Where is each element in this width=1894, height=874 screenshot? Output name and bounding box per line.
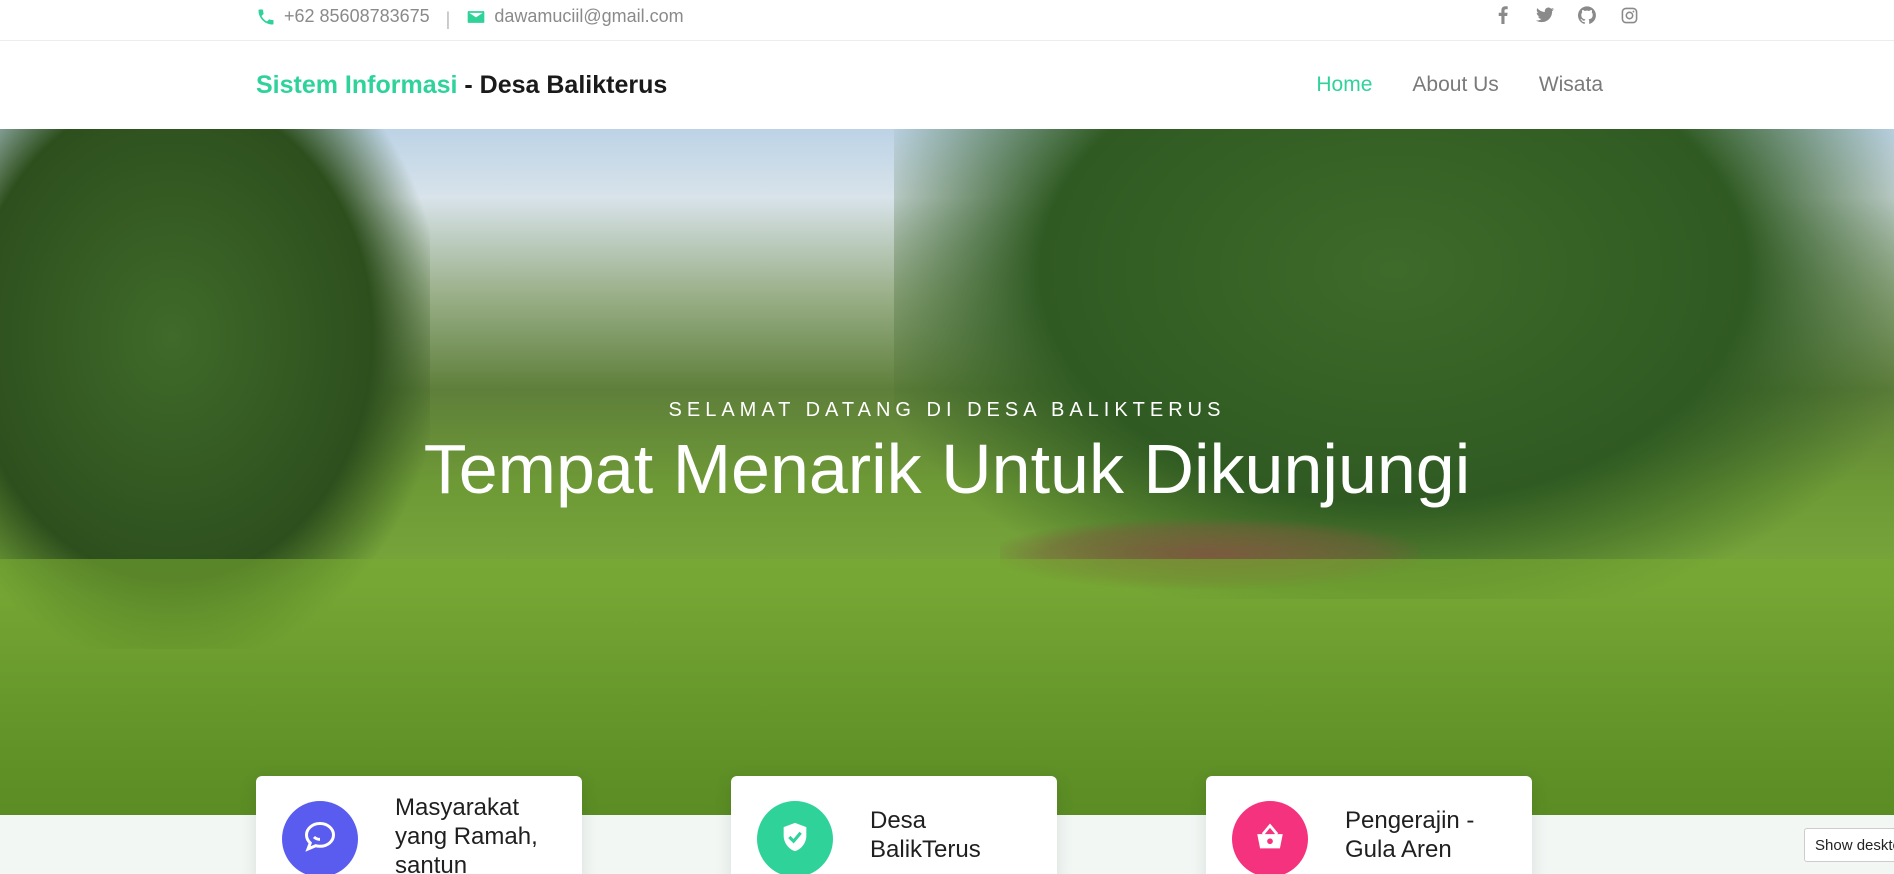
nav-home[interactable]: Home <box>1316 73 1372 97</box>
feature-icon-circle <box>1232 801 1308 874</box>
phone-number[interactable]: +62 85608783675 <box>284 6 430 27</box>
email-address[interactable]: dawamuciil@gmail.com <box>494 6 683 27</box>
feature-card-village[interactable]: Desa BalikTerus <box>731 776 1057 874</box>
feature-card-craftsmen[interactable]: Pengerajin - Gula Aren <box>1206 776 1532 874</box>
contact-separator: | <box>445 9 451 29</box>
nav-wisata[interactable]: Wisata <box>1539 73 1603 97</box>
basket-icon <box>1253 820 1287 859</box>
main-navbar: Sistem Informasi - Desa Balikterus Home … <box>0 41 1894 129</box>
hero-section: Selamat Datang di Desa Balikterus Tempat… <box>0 129 1894 815</box>
site-brand[interactable]: Sistem Informasi - Desa Balikterus <box>256 71 667 100</box>
nav-menu: Home About Us Wisata <box>1316 73 1603 97</box>
feature-card-community[interactable]: Masyarakat yang Ramah, santun <box>256 776 582 874</box>
feature-icon-circle <box>757 801 833 874</box>
brand-accent: Sistem Informasi <box>256 71 458 99</box>
instagram-icon[interactable] <box>1619 4 1639 26</box>
feature-label: Desa BalikTerus <box>870 807 981 863</box>
topbar: +62 85608783675 | dawamuciil@gmail.com <box>0 0 1894 41</box>
feature-icon-circle <box>282 801 358 874</box>
contact-info: +62 85608783675 | dawamuciil@gmail.com <box>256 0 684 33</box>
shield-check-icon <box>778 820 812 859</box>
phone-icon <box>256 7 276 27</box>
brand-name: - Desa Balikterus <box>457 71 668 99</box>
nav-about-us[interactable]: About Us <box>1412 73 1498 97</box>
hero-subtitle: Selamat Datang di Desa Balikterus <box>668 399 1226 421</box>
email-icon <box>466 7 486 27</box>
chat-icon <box>302 819 338 860</box>
show-desktop-button[interactable]: Show desktop <box>1804 828 1894 862</box>
social-links <box>1493 4 1639 26</box>
twitter-icon[interactable] <box>1535 4 1555 26</box>
github-icon[interactable] <box>1577 4 1597 26</box>
feature-label: Pengerajin - Gula Aren <box>1345 807 1475 863</box>
hero-title: Tempat Menarik Untuk Dikunjungi <box>423 430 1471 508</box>
feature-label: Masyarakat yang Ramah, santun <box>395 794 538 874</box>
facebook-icon[interactable] <box>1493 4 1513 26</box>
